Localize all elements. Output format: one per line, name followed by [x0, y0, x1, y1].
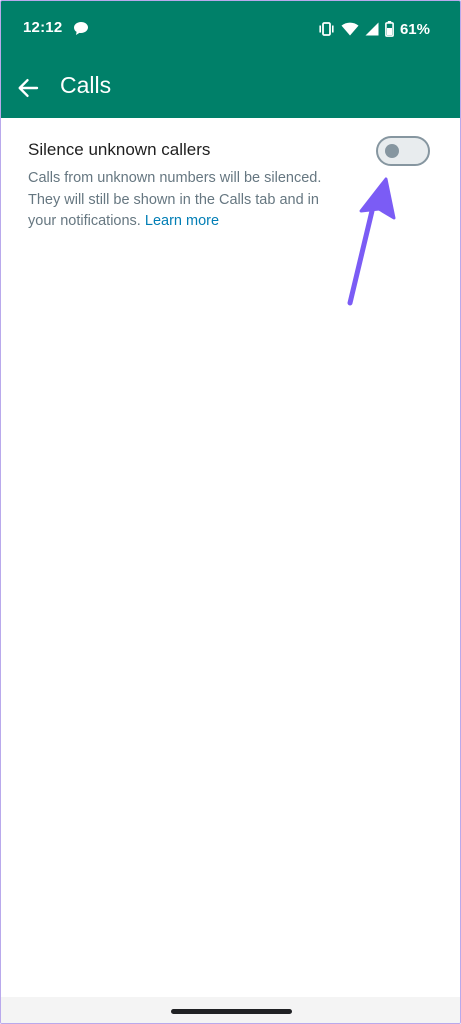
status-bar: 12:12 61%	[1, 1, 460, 57]
status-icons: 61%	[318, 18, 430, 40]
app-bar: Calls	[1, 57, 460, 118]
chat-bubble-icon	[73, 21, 89, 36]
home-indicator[interactable]	[171, 1009, 292, 1014]
learn-more-link[interactable]: Learn more	[145, 213, 219, 229]
battery-icon	[385, 21, 394, 37]
setting-description: Calls from unknown numbers will be silen…	[28, 168, 323, 233]
toggle-knob	[385, 144, 399, 158]
wifi-icon	[341, 22, 359, 36]
screen: 12:12 61% Calls Silence unknown callers …	[0, 0, 461, 1024]
status-time: 12:12	[23, 19, 63, 36]
page-title: Calls	[60, 72, 112, 98]
annotation-arrow-icon	[347, 177, 396, 306]
back-button[interactable]	[15, 75, 41, 101]
battery-percent: 61%	[399, 20, 430, 38]
navigation-bar	[1, 997, 460, 1023]
back-arrow-icon	[18, 79, 39, 97]
vibrate-icon	[318, 22, 335, 36]
cellular-signal-icon	[365, 22, 379, 36]
silence-unknown-callers-toggle[interactable]	[376, 136, 430, 166]
setting-title: Silence unknown callers	[28, 140, 211, 159]
